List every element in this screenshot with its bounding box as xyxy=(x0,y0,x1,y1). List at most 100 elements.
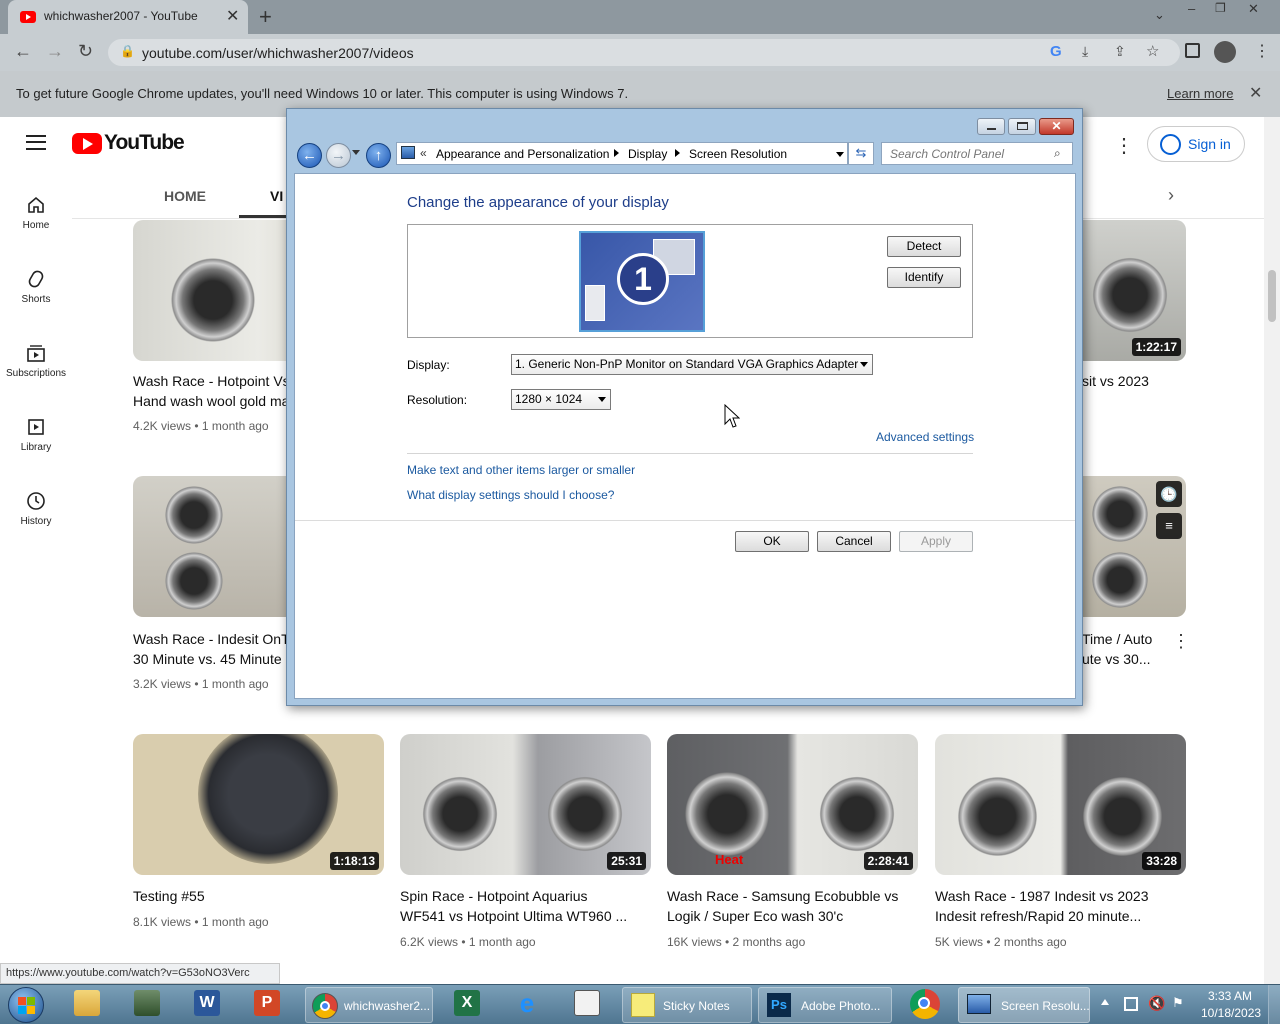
monitor-1-icon[interactable]: 1 xyxy=(579,231,705,332)
sidebar-item-subscriptions[interactable]: Subscriptions xyxy=(0,343,72,379)
new-tab-icon[interactable]: + xyxy=(259,4,272,30)
video-thumbnail[interactable]: 🕒 ≡ xyxy=(1080,476,1186,617)
advanced-settings-link[interactable]: Advanced settings xyxy=(876,430,974,444)
task-manager-icon[interactable] xyxy=(134,990,160,1016)
learn-more-link[interactable]: Learn more xyxy=(1167,86,1233,101)
breadcrumb-item[interactable]: Display xyxy=(628,147,667,161)
video-thumbnail[interactable]: 33:28 xyxy=(935,734,1186,875)
show-hidden-icons-icon[interactable] xyxy=(1101,999,1109,1005)
video-title-line2[interactable]: Logik / Super Eco wash 30'c xyxy=(667,906,843,926)
window-close-icon[interactable]: ✕ xyxy=(1248,1,1259,17)
video-thumbnail[interactable]: Heat 2:28:41 xyxy=(667,734,918,875)
display-select[interactable]: 1. Generic Non-PnP Monitor on Standard V… xyxy=(511,354,873,375)
video-title[interactable]: sit vs 2023 xyxy=(1082,371,1149,391)
file-explorer-icon[interactable] xyxy=(74,990,100,1016)
word-icon[interactable]: W xyxy=(194,990,220,1016)
start-button-icon[interactable] xyxy=(8,987,44,1023)
internet-explorer-icon[interactable]: e xyxy=(514,990,540,1016)
address-bar[interactable]: 🔒 youtube.com/user/whichwasher2007/video… xyxy=(108,39,1180,66)
taskbar-item-sticky-notes[interactable]: Sticky Notes xyxy=(622,987,752,1023)
video-title-line2[interactable]: WF541 vs Hotpoint Ultima WT960 ... xyxy=(400,906,627,926)
refresh-icon[interactable]: ⇆ xyxy=(848,142,874,165)
add-to-queue-icon[interactable]: ≡ xyxy=(1156,513,1182,539)
video-title[interactable]: Testing #55 xyxy=(133,886,205,906)
network-icon[interactable]: ⚑ xyxy=(1172,995,1184,1011)
window-close-icon[interactable]: ✕ xyxy=(1039,118,1074,135)
breadcrumb-separator-icon[interactable] xyxy=(614,149,619,157)
watch-later-icon[interactable]: 🕒 xyxy=(1156,481,1182,507)
bookmark-star-icon[interactable]: ☆ xyxy=(1146,42,1159,60)
clock-date[interactable]: 10/18/2023 xyxy=(1201,1006,1261,1020)
video-title[interactable]: Wash Race - Hotpoint Vs xyxy=(133,371,290,391)
recent-pages-icon[interactable] xyxy=(352,150,360,155)
video-thumbnail[interactable]: 25:31 xyxy=(400,734,651,875)
search-icon[interactable]: ⌕ xyxy=(1054,146,1061,161)
identify-button[interactable]: Identify xyxy=(887,267,961,288)
sidebar-item-library[interactable]: Library xyxy=(0,417,72,453)
breadcrumb-item[interactable]: Appearance and Personalization xyxy=(436,147,609,161)
scrollbar-track[interactable] xyxy=(1264,117,1280,984)
browser-tab[interactable]: whichwasher2007 - YouTube ✕ xyxy=(8,0,248,34)
video-title-line2[interactable]: Indesit refresh/Rapid 20 minute... xyxy=(935,906,1141,926)
ok-button[interactable]: OK xyxy=(735,531,809,552)
back-icon[interactable]: ← xyxy=(297,143,322,168)
menu-dots-icon[interactable]: ⋮ xyxy=(1254,41,1270,61)
volume-muted-icon[interactable]: 🔇 xyxy=(1148,995,1165,1012)
notepad-icon[interactable] xyxy=(574,990,600,1016)
taskbar-item-photoshop[interactable]: Ps Adobe Photo... xyxy=(758,987,892,1023)
breadcrumb-item[interactable]: Screen Resolution xyxy=(689,147,787,161)
address-dropdown-icon[interactable] xyxy=(836,152,844,157)
taskbar-item-screen-resolution[interactable]: Screen Resolu... xyxy=(958,987,1090,1023)
apply-button[interactable]: Apply xyxy=(899,531,973,552)
video-title[interactable]: Wash Race - Samsung Ecobubble vs xyxy=(667,886,898,906)
video-title[interactable]: Wash Race - 1987 Indesit vs 2023 xyxy=(935,886,1149,906)
restore-icon[interactable]: ❐ xyxy=(1215,1,1226,15)
clock-time[interactable]: 3:33 AM xyxy=(1208,989,1252,1003)
video-title[interactable]: Time / Auto xyxy=(1082,629,1152,649)
video-thumbnail[interactable]: 1:22:17 xyxy=(1080,220,1186,361)
powerpoint-icon[interactable]: P xyxy=(254,990,280,1016)
tab-videos[interactable]: VI xyxy=(270,188,283,204)
show-desktop-button[interactable] xyxy=(1268,985,1280,1024)
minimize-icon[interactable] xyxy=(977,118,1005,135)
action-center-icon[interactable] xyxy=(1124,997,1138,1011)
sign-in-button[interactable]: Sign in xyxy=(1147,126,1245,162)
display-help-link[interactable]: What display settings should I choose? xyxy=(407,488,614,502)
url-text[interactable]: youtube.com/user/whichwasher2007/videos xyxy=(142,45,414,61)
sidebar-item-shorts[interactable]: Shorts xyxy=(0,269,72,305)
video-menu-icon[interactable]: ⋮ xyxy=(1172,631,1190,652)
sidebar-item-home[interactable]: Home xyxy=(0,195,72,231)
tab-home[interactable]: HOME xyxy=(164,188,206,204)
close-icon[interactable]: ✕ xyxy=(1249,83,1262,103)
youtube-logo-text[interactable]: YouTube xyxy=(104,131,185,155)
hamburger-menu-icon[interactable] xyxy=(26,135,46,150)
sidebar-item-history[interactable]: History xyxy=(0,491,72,527)
video-thumbnail[interactable]: 1:18:13 xyxy=(133,734,384,875)
cancel-button[interactable]: Cancel xyxy=(817,531,891,552)
up-icon[interactable]: ↑ xyxy=(366,143,391,168)
chevron-down-icon[interactable]: ⌄ xyxy=(1154,7,1165,23)
google-icon[interactable]: G xyxy=(1050,43,1062,60)
forward-icon[interactable]: → xyxy=(46,41,64,62)
scrollbar-thumb[interactable] xyxy=(1268,270,1276,322)
video-title-line2[interactable]: 30 Minute vs. 45 Minute xyxy=(133,649,282,669)
install-icon[interactable]: ⤓ xyxy=(1082,43,1088,60)
breadcrumb-separator-icon[interactable] xyxy=(675,149,680,157)
more-options-icon[interactable]: ⋮ xyxy=(1114,133,1134,158)
excel-icon[interactable]: X xyxy=(454,990,480,1016)
video-title[interactable]: Wash Race - Indesit OnT xyxy=(133,629,290,649)
reload-icon[interactable]: ↻ xyxy=(78,41,93,62)
video-title-line2[interactable]: ute vs 30... xyxy=(1082,649,1150,669)
close-icon[interactable]: ✕ xyxy=(226,6,239,26)
search-control-panel-input[interactable]: Search Control Panel ⌕ xyxy=(881,142,1073,165)
minimize-icon[interactable]: – xyxy=(1188,1,1195,16)
back-icon[interactable]: ← xyxy=(14,41,32,62)
chrome-icon[interactable] xyxy=(910,989,940,1019)
profile-icon[interactable] xyxy=(1214,41,1236,63)
share-icon[interactable]: ⇪ xyxy=(1114,43,1126,60)
detect-button[interactable]: Detect xyxy=(887,236,961,257)
forward-icon[interactable]: → xyxy=(326,143,351,168)
youtube-logo-icon[interactable] xyxy=(72,133,102,154)
taskbar-item-chrome[interactable]: whichwasher2... xyxy=(305,987,433,1023)
video-title[interactable]: Spin Race - Hotpoint Aquarius xyxy=(400,886,588,906)
